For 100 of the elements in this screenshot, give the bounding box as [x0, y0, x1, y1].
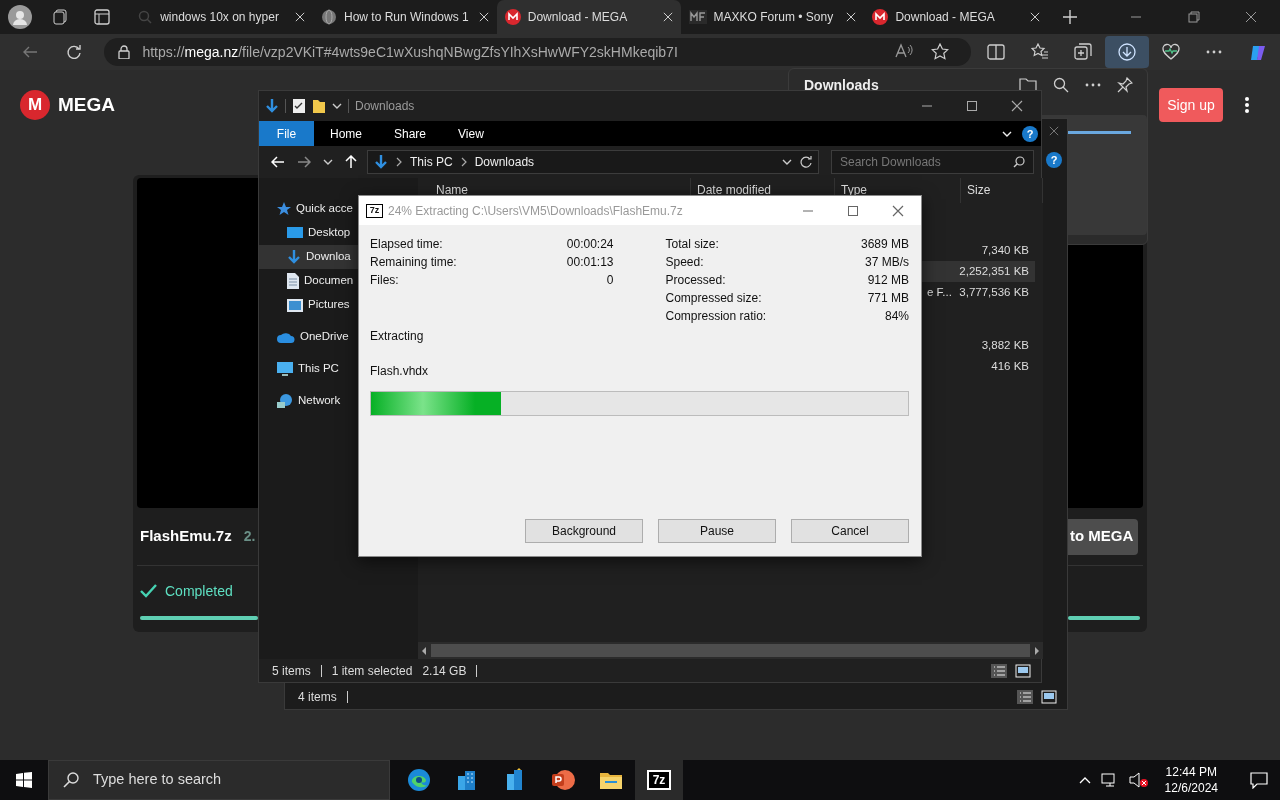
- more-icon[interactable]: [1085, 83, 1101, 87]
- copilot-icon[interactable]: [1249, 43, 1268, 61]
- tiles-view-icon[interactable]: [1041, 689, 1057, 704]
- forum-logo-icon: [688, 10, 707, 24]
- search-icon: [63, 772, 79, 788]
- details-view-icon[interactable]: [991, 663, 1007, 678]
- dropdown-icon[interactable]: [782, 159, 792, 165]
- ribbon-tab[interactable]: View: [442, 121, 500, 146]
- windows-start-icon[interactable]: [16, 772, 32, 788]
- dialog-button[interactable]: Background: [525, 519, 643, 543]
- maximize-icon[interactable]: [966, 100, 978, 112]
- check-icon: [140, 584, 157, 598]
- tab-title: Download - MEGA: [895, 9, 996, 26]
- search-field[interactable]: Type here to search: [48, 760, 390, 800]
- heartbeat-icon[interactable]: [1161, 43, 1180, 61]
- status-text: 4 items: [298, 688, 337, 706]
- file-size: 3,777,536 KB: [959, 285, 1029, 298]
- status-text: 1 item selected: [331, 662, 413, 680]
- lock-icon: [118, 45, 131, 59]
- dialog-button[interactable]: Cancel: [791, 519, 909, 543]
- up-icon[interactable]: [345, 155, 357, 169]
- help-button[interactable]: ?: [1022, 125, 1038, 142]
- pictures-icon: [287, 298, 303, 312]
- browser-tab[interactable]: MAXKO Forum • Sony: [680, 0, 865, 34]
- browser-tab[interactable]: How to Run Windows 1: [312, 0, 497, 34]
- breadcrumb-item[interactable]: Downloads: [474, 153, 535, 171]
- close-icon[interactable]: [1011, 100, 1023, 112]
- stat-label: Compressed size:: [665, 290, 762, 307]
- dropdown-icon[interactable]: [332, 103, 342, 109]
- forward-icon[interactable]: [297, 156, 311, 168]
- dialog-button[interactable]: Pause: [658, 519, 776, 543]
- scroll-right-icon[interactable]: [1034, 646, 1040, 655]
- mega-logo-icon: [872, 9, 889, 25]
- archive-app-icon[interactable]: 7z: [647, 770, 671, 790]
- refresh-icon[interactable]: [65, 44, 82, 60]
- clock[interactable]: 12:44 PM 12/6/2024: [1158, 764, 1224, 796]
- stat-value: 771 MB: [867, 290, 909, 307]
- desktop-icon: [287, 226, 303, 240]
- maximize-icon[interactable]: [847, 204, 859, 217]
- new-tab-icon[interactable]: [1063, 10, 1078, 24]
- breadcrumb-item[interactable]: This PC: [410, 153, 453, 171]
- volume-muted-icon[interactable]: [1128, 772, 1149, 788]
- chevron-icon[interactable]: [396, 157, 402, 167]
- menu-icon[interactable]: [1245, 97, 1249, 113]
- chevron-up-icon[interactable]: [1078, 776, 1091, 784]
- download-arrow-icon[interactable]: [265, 98, 279, 114]
- stat-value: 0: [606, 272, 614, 289]
- tab-title: How to Run Windows 1: [343, 9, 470, 26]
- address-bar[interactable]: https://mega.nz/file/vzp2VKiT#4wts9eC1wXushqNBwgZfsYIhXsHwWFY2skHMkeqib7I: [104, 38, 971, 66]
- horizontal-scrollbar[interactable]: [418, 642, 1043, 659]
- logo-text[interactable]: MEGA: [58, 90, 115, 120]
- properties-icon[interactable]: [292, 98, 306, 114]
- pin-icon[interactable]: [1117, 77, 1133, 93]
- tab-title: windows 10x on hyper: [160, 9, 280, 26]
- browser-tab[interactable]: windows 10x on hyper: [129, 0, 313, 34]
- details-view-icon[interactable]: [1017, 689, 1033, 704]
- presentation-app-icon[interactable]: [551, 768, 575, 792]
- mega-logo-icon[interactable]: M: [20, 90, 50, 120]
- download-arrow-icon: [374, 154, 388, 170]
- browser-tab[interactable]: Download - MEGA: [496, 0, 681, 34]
- chevron-icon[interactable]: [460, 157, 467, 167]
- close-icon[interactable]: [892, 204, 904, 217]
- collections-icon[interactable]: [1074, 43, 1093, 61]
- workspaces-icon[interactable]: [53, 9, 70, 25]
- mega-logo-icon: [504, 9, 521, 25]
- dialog-title: 24% Extracting C:\Users\VM5\Downloads\FlashEmu.7z: [388, 202, 683, 220]
- notification-icon[interactable]: [1250, 771, 1268, 789]
- search-icon[interactable]: [1053, 77, 1069, 93]
- file-size: 2,252,351 KB: [959, 264, 1029, 277]
- status-text: 5 items: [272, 662, 311, 680]
- restore-icon[interactable]: [1185, 9, 1202, 25]
- tiles-view-icon[interactable]: [1015, 663, 1031, 678]
- tab-actions-icon[interactable]: [93, 9, 110, 25]
- new-folder-icon[interactable]: [312, 98, 326, 114]
- status-text: 2.14 GB: [422, 662, 467, 680]
- import-button[interactable]: to MEGA: [1068, 518, 1138, 555]
- favorites-icon[interactable]: [1030, 43, 1049, 61]
- url-text: https://mega.nz/file/vzp2VKiT#4wts9eC1wXushqNBwgZfsYIhXsHwWFY2skHMkeqib7I: [142, 42, 678, 62]
- file-size: 2.: [243, 527, 256, 546]
- ribbon-tab[interactable]: File: [259, 121, 314, 146]
- search-field[interactable]: Search Downloads: [831, 150, 1034, 174]
- refresh-icon[interactable]: [800, 156, 812, 168]
- browser-tab[interactable]: Download - MEGA: [864, 0, 1049, 34]
- recent-locations-icon[interactable]: [323, 159, 333, 165]
- profile-icon[interactable]: [8, 5, 33, 29]
- panel-title: Downloads: [804, 75, 879, 95]
- edge-icon[interactable]: [407, 768, 431, 792]
- download-icon[interactable]: [1118, 43, 1136, 61]
- help-button[interactable]: ?: [1046, 152, 1062, 168]
- ribbon-tab[interactable]: Home: [314, 121, 378, 146]
- address-field[interactable]: This PC Downloads: [367, 150, 819, 174]
- scroll-left-icon[interactable]: [421, 646, 427, 655]
- expand-ribbon-icon[interactable]: [1002, 130, 1012, 137]
- file-name: FlashEmu.7z: [140, 526, 232, 547]
- read-aloud-icon[interactable]: [894, 43, 915, 59]
- split-screen-icon[interactable]: [986, 43, 1005, 61]
- ribbon-tab[interactable]: Share: [378, 121, 443, 146]
- favorite-star-icon[interactable]: [930, 43, 949, 61]
- stat-label: Processed:: [665, 272, 726, 289]
- column-header[interactable]: Size: [961, 178, 1043, 203]
